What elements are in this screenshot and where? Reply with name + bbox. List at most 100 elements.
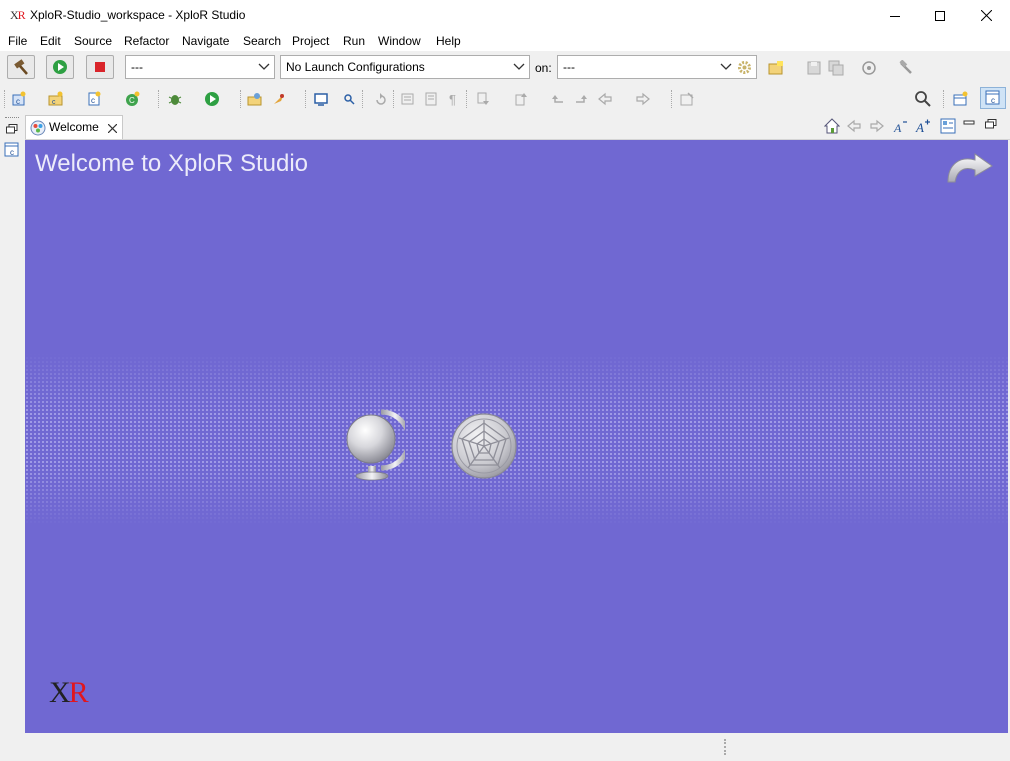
editor-tab-bar: [25, 114, 1010, 140]
open-perspective-icon[interactable]: [952, 90, 970, 108]
last-edit-location-icon[interactable]: [549, 90, 567, 108]
customize-page-icon[interactable]: [940, 118, 956, 134]
close-button[interactable]: [963, 0, 1009, 31]
build-config-select[interactable]: ---: [125, 55, 275, 79]
search-file-icon[interactable]: [340, 90, 358, 108]
open-type-icon[interactable]: [246, 90, 264, 108]
svg-text:c: c: [91, 96, 95, 105]
toolbar-grip[interactable]: [4, 90, 6, 108]
restore-view-icon[interactable]: [985, 119, 997, 129]
restore-icon[interactable]: [6, 124, 18, 134]
launch-toolbar: --- No Launch Configurations on: ---: [0, 51, 1010, 120]
left-trim-stack: c: [0, 112, 25, 733]
home-icon[interactable]: [824, 118, 840, 134]
new-folder-icon[interactable]: [767, 59, 785, 77]
launch-target-value: ---: [563, 60, 575, 74]
close-tab-icon[interactable]: [108, 124, 117, 133]
hammer-icon: [14, 59, 28, 75]
window-title: XploR-Studio_workspace - XploR Studio: [30, 8, 246, 22]
forward-icon[interactable]: [869, 118, 885, 134]
run-button[interactable]: [46, 55, 74, 79]
back-arrow-icon[interactable]: [596, 90, 614, 108]
status-bar: [0, 733, 1010, 761]
launch-target-select[interactable]: ---: [557, 55, 757, 79]
svg-text:c: c: [16, 97, 20, 106]
main-toolbar: c c c C ¶ c: [0, 86, 1010, 187]
toggle-block-selection-icon[interactable]: [422, 90, 440, 108]
tab-welcome[interactable]: Welcome: [25, 115, 123, 139]
debug-icon[interactable]: [166, 90, 184, 108]
new-source-folder-icon[interactable]: c: [47, 90, 65, 108]
back-icon[interactable]: [846, 118, 862, 134]
gear-icon[interactable]: [736, 59, 753, 76]
project-explorer-icon[interactable]: c: [4, 142, 20, 158]
pin-icon[interactable]: [572, 90, 590, 108]
minimize-button[interactable]: [872, 0, 918, 31]
menu-navigate[interactable]: Navigate: [182, 34, 229, 48]
app-logo: XR: [10, 8, 26, 22]
stop-button[interactable]: [86, 55, 114, 79]
menu-file[interactable]: File: [8, 34, 27, 48]
menu-source[interactable]: Source: [74, 34, 112, 48]
tools-icon[interactable]: [897, 59, 915, 77]
menu-edit[interactable]: Edit: [40, 34, 61, 48]
trim-grip[interactable]: [5, 117, 19, 120]
search-icon[interactable]: [914, 90, 932, 108]
svg-text:¶: ¶: [449, 92, 456, 107]
minimize-view-icon[interactable]: [963, 120, 975, 128]
forward-arrow-icon[interactable]: [634, 90, 652, 108]
save-all-icon[interactable]: [827, 59, 845, 77]
on-label: on:: [535, 61, 552, 75]
chevron-down-icon: [513, 63, 525, 70]
pin-editor-icon[interactable]: [678, 90, 696, 108]
save-icon[interactable]: [805, 59, 823, 77]
increase-font-icon[interactable]: A: [915, 118, 931, 134]
xplor-logo: XR: [49, 676, 89, 709]
launch-config-select[interactable]: No Launch Configurations: [280, 55, 530, 79]
menu-search[interactable]: Search: [243, 34, 281, 48]
menu-refactor[interactable]: Refactor: [124, 34, 169, 48]
menu-run[interactable]: Run: [343, 34, 365, 48]
next-annotation-icon[interactable]: [474, 90, 492, 108]
svg-text:c: c: [52, 99, 56, 106]
maximize-button[interactable]: [917, 0, 963, 31]
reduce-font-icon[interactable]: A: [893, 118, 909, 134]
menu-window[interactable]: Window: [378, 34, 421, 48]
tutorials-web-icon[interactable]: [449, 412, 519, 482]
c-perspective-icon: c: [985, 90, 1000, 105]
overview-globe-icon[interactable]: [343, 406, 405, 482]
tab-welcome-label: Welcome: [49, 120, 99, 134]
menu-project[interactable]: Project: [292, 34, 329, 48]
svg-text:c: c: [991, 96, 995, 105]
target-settings-icon[interactable]: [860, 59, 878, 77]
svg-text:C: C: [129, 96, 135, 105]
welcome-page: Welcome to XploR Studio XR: [25, 140, 1008, 733]
welcome-icon: [30, 120, 46, 136]
menu-bar: File Edit Source Refactor Navigate Searc…: [0, 31, 1010, 51]
run-icon[interactable]: [203, 90, 221, 108]
status-bar-divider[interactable]: [724, 739, 727, 755]
svg-text:c: c: [10, 148, 14, 157]
maximize-icon: [935, 10, 945, 21]
launch-rocket-icon[interactable]: [270, 90, 288, 108]
c-perspective-button[interactable]: c: [980, 87, 1006, 109]
toggle-mark-occurrences-icon[interactable]: [399, 90, 417, 108]
close-icon: [980, 10, 992, 21]
build-config-value: ---: [131, 60, 143, 74]
launch-config-value: No Launch Configurations: [286, 60, 425, 74]
stop-icon: [95, 62, 105, 72]
go-to-workbench-icon[interactable]: [945, 152, 995, 186]
new-class-icon[interactable]: C: [123, 90, 141, 108]
run-icon: [53, 60, 67, 74]
menu-help[interactable]: Help: [436, 34, 461, 48]
build-button[interactable]: [7, 55, 35, 79]
welcome-title: Welcome to XploR Studio: [35, 150, 309, 177]
terminal-icon[interactable]: [312, 90, 330, 108]
new-source-file-icon[interactable]: c: [85, 90, 103, 108]
show-whitespace-icon[interactable]: ¶: [444, 90, 462, 108]
chevron-down-icon: [720, 63, 732, 70]
previous-annotation-icon[interactable]: [512, 90, 530, 108]
new-c-project-icon[interactable]: c: [10, 90, 28, 108]
refresh-icon[interactable]: [372, 90, 390, 108]
svg-text:A: A: [893, 121, 902, 134]
